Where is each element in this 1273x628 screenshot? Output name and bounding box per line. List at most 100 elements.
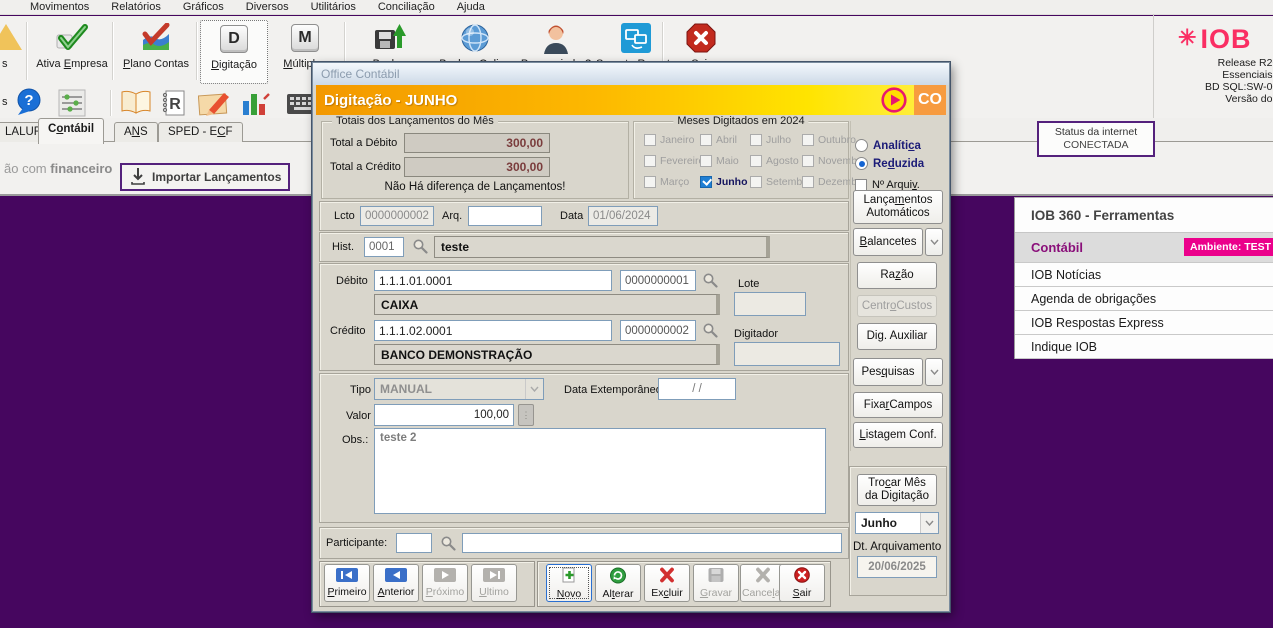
- menu-utilitarios[interactable]: Utilitários: [311, 1, 356, 13]
- participante-nome-field[interactable]: [462, 533, 842, 553]
- pencil-map-icon[interactable]: [198, 90, 232, 119]
- new-record-icon: [560, 567, 578, 587]
- side-separator: [850, 121, 851, 451]
- radio-reduzida[interactable]: Reduzida: [855, 157, 924, 170]
- debito-conta-field[interactable]: [374, 270, 612, 291]
- lcto-field[interactable]: 0000000002: [360, 206, 434, 226]
- menu-relatorios[interactable]: Relatórios: [111, 1, 161, 13]
- participante-row: Participante:: [319, 527, 849, 559]
- month-janeiro[interactable]: Janeiro: [644, 134, 694, 146]
- release-line: Release R2025: [1150, 57, 1273, 69]
- gravar-button[interactable]: Gravar: [693, 564, 739, 602]
- debito-search-icon[interactable]: [702, 272, 718, 291]
- alterar-button[interactable]: Alterar: [595, 564, 641, 602]
- calculadora-button[interactable]: ⋮: [518, 404, 534, 426]
- iob360-item-noticias[interactable]: IOB Notícias: [1015, 262, 1273, 286]
- proximo-button[interactable]: Próximo: [422, 564, 468, 602]
- chart-icon[interactable]: [240, 90, 270, 119]
- radio-analitica[interactable]: Analítica: [855, 139, 921, 152]
- iob360-item-agenda[interactable]: Agenda de obrigações: [1015, 286, 1273, 310]
- tab-sped-ecf[interactable]: SPED - ECF: [158, 122, 243, 143]
- sair-button[interactable]: Sair: [779, 564, 825, 602]
- desktop: Movimentos Relatórios Gráficos Diversos …: [0, 0, 1273, 628]
- month-agosto[interactable]: Agosto: [750, 155, 799, 167]
- credito-conta-field[interactable]: [374, 320, 612, 341]
- pesquisas-dropdown-button[interactable]: [925, 358, 943, 386]
- toolbar-digitacao[interactable]: D Digitação: [200, 20, 268, 84]
- data-extemporaneo-field[interactable]: / /: [658, 378, 736, 400]
- tipo-combo[interactable]: MANUAL: [374, 378, 544, 400]
- balancetes-button[interactable]: Balancetes: [853, 228, 923, 256]
- debito-codigo-field[interactable]: [620, 270, 696, 291]
- participante-search-icon[interactable]: [440, 535, 456, 554]
- hist-code-field[interactable]: [364, 237, 404, 257]
- menu-ajuda[interactable]: Ajuda: [457, 1, 485, 13]
- play-help-icon[interactable]: [881, 87, 907, 116]
- centro-custos-button[interactable]: Centro Custos: [857, 295, 937, 317]
- balancetes-dropdown-button[interactable]: [925, 228, 943, 256]
- book-icon[interactable]: [120, 90, 152, 119]
- digitador-field[interactable]: [734, 342, 840, 366]
- month-fevereiro[interactable]: Fevereiro: [644, 155, 704, 167]
- iob-logo: ✳IOB: [1178, 24, 1273, 55]
- tab-ans[interactable]: ANS: [114, 122, 158, 143]
- menu-diversos[interactable]: Diversos: [246, 1, 289, 13]
- toolbar-plano-contas[interactable]: Plano Contas: [116, 20, 196, 82]
- toolbar-ativa-empresa[interactable]: Ativa Empresa: [32, 20, 112, 82]
- detalhes-group: Tipo MANUAL Data Extemporâneo / / Valor …: [319, 373, 849, 523]
- trocar-mes-button[interactable]: Trocar Mêsda Digitação: [857, 474, 937, 506]
- listagem-conf-button[interactable]: Listagem Conf.: [853, 422, 943, 448]
- tab-contabil[interactable]: Contábil: [38, 118, 104, 144]
- delete-x-icon: [658, 567, 676, 586]
- credito-codigo-field[interactable]: [620, 320, 696, 341]
- fixar-campos-button[interactable]: Fixar Campos: [853, 392, 943, 418]
- stop-x-icon: [686, 20, 716, 56]
- partidas-group: Débito Lote CAIXA Crédito Digitador BANC…: [319, 263, 849, 371]
- month-maio[interactable]: Maio: [700, 155, 739, 167]
- anterior-button[interactable]: Anterior: [373, 564, 419, 602]
- co-badge: CO: [914, 85, 946, 115]
- iob360-item-respostas[interactable]: IOB Respostas Express: [1015, 310, 1273, 334]
- dt-arquivamento-field[interactable]: 20/06/2025: [857, 556, 937, 578]
- iob360-panel: IOB 360 - Ferramentas Contábil Ambiente:…: [1014, 197, 1273, 359]
- importar-lancamentos-button[interactable]: Importar Lançamentos: [120, 163, 290, 191]
- total-debito-value: 300,00: [404, 133, 550, 153]
- sliders-icon[interactable]: [58, 89, 86, 120]
- month-outubro[interactable]: Outubro: [802, 134, 856, 146]
- help-bubble-icon[interactable]: ?: [15, 88, 45, 119]
- primeiro-button[interactable]: Primeiro: [324, 564, 370, 602]
- dig-auxiliar-button[interactable]: Dig. Auxiliar: [857, 323, 937, 350]
- month-marco[interactable]: Março: [644, 176, 689, 188]
- valor-field[interactable]: 100,00: [374, 404, 514, 426]
- credito-search-icon[interactable]: [702, 322, 718, 341]
- mes-combo[interactable]: Junho: [855, 512, 939, 534]
- razao-button[interactable]: Razão: [857, 262, 937, 289]
- hist-search-icon[interactable]: [412, 238, 428, 257]
- pesquisas-button[interactable]: Pesquisas: [853, 358, 923, 386]
- obs-textarea[interactable]: teste 2: [374, 428, 826, 514]
- last-record-icon: [483, 568, 505, 585]
- hist-desc-field[interactable]: teste: [434, 236, 770, 258]
- menu-conciliacao[interactable]: Conciliação: [378, 1, 435, 13]
- menu-graficos[interactable]: Gráficos: [183, 1, 224, 13]
- backup-floppy-icon: [373, 20, 409, 56]
- novo-button[interactable]: Novo: [546, 564, 592, 602]
- excluir-button[interactable]: Excluir: [644, 564, 690, 602]
- green-check-icon: [55, 20, 89, 56]
- ultimo-button[interactable]: Ultimo: [471, 564, 517, 602]
- month-junho[interactable]: Junho: [700, 176, 748, 188]
- r-notebook-icon[interactable]: R: [160, 89, 186, 120]
- data-field[interactable]: 01/06/2024: [588, 206, 658, 226]
- month-abril[interactable]: Abril: [700, 134, 737, 146]
- arq-field[interactable]: [468, 206, 542, 226]
- iob360-item-indique[interactable]: Indique IOB: [1015, 334, 1273, 359]
- menu-movimentos[interactable]: Movimentos: [30, 1, 89, 13]
- debito-nome-field: CAIXA: [374, 294, 720, 315]
- lote-field[interactable]: [734, 292, 806, 316]
- iob360-section-contabil: Contábil Ambiente: TEST: [1015, 233, 1273, 262]
- lancamentos-automaticos-button[interactable]: LançamentosAutomáticos: [853, 190, 943, 224]
- partial-folder-icon: [0, 24, 22, 50]
- month-julho[interactable]: Julho: [750, 134, 791, 146]
- window-titlebar[interactable]: Office Contábil: [313, 63, 949, 85]
- participante-code-field[interactable]: [396, 533, 432, 553]
